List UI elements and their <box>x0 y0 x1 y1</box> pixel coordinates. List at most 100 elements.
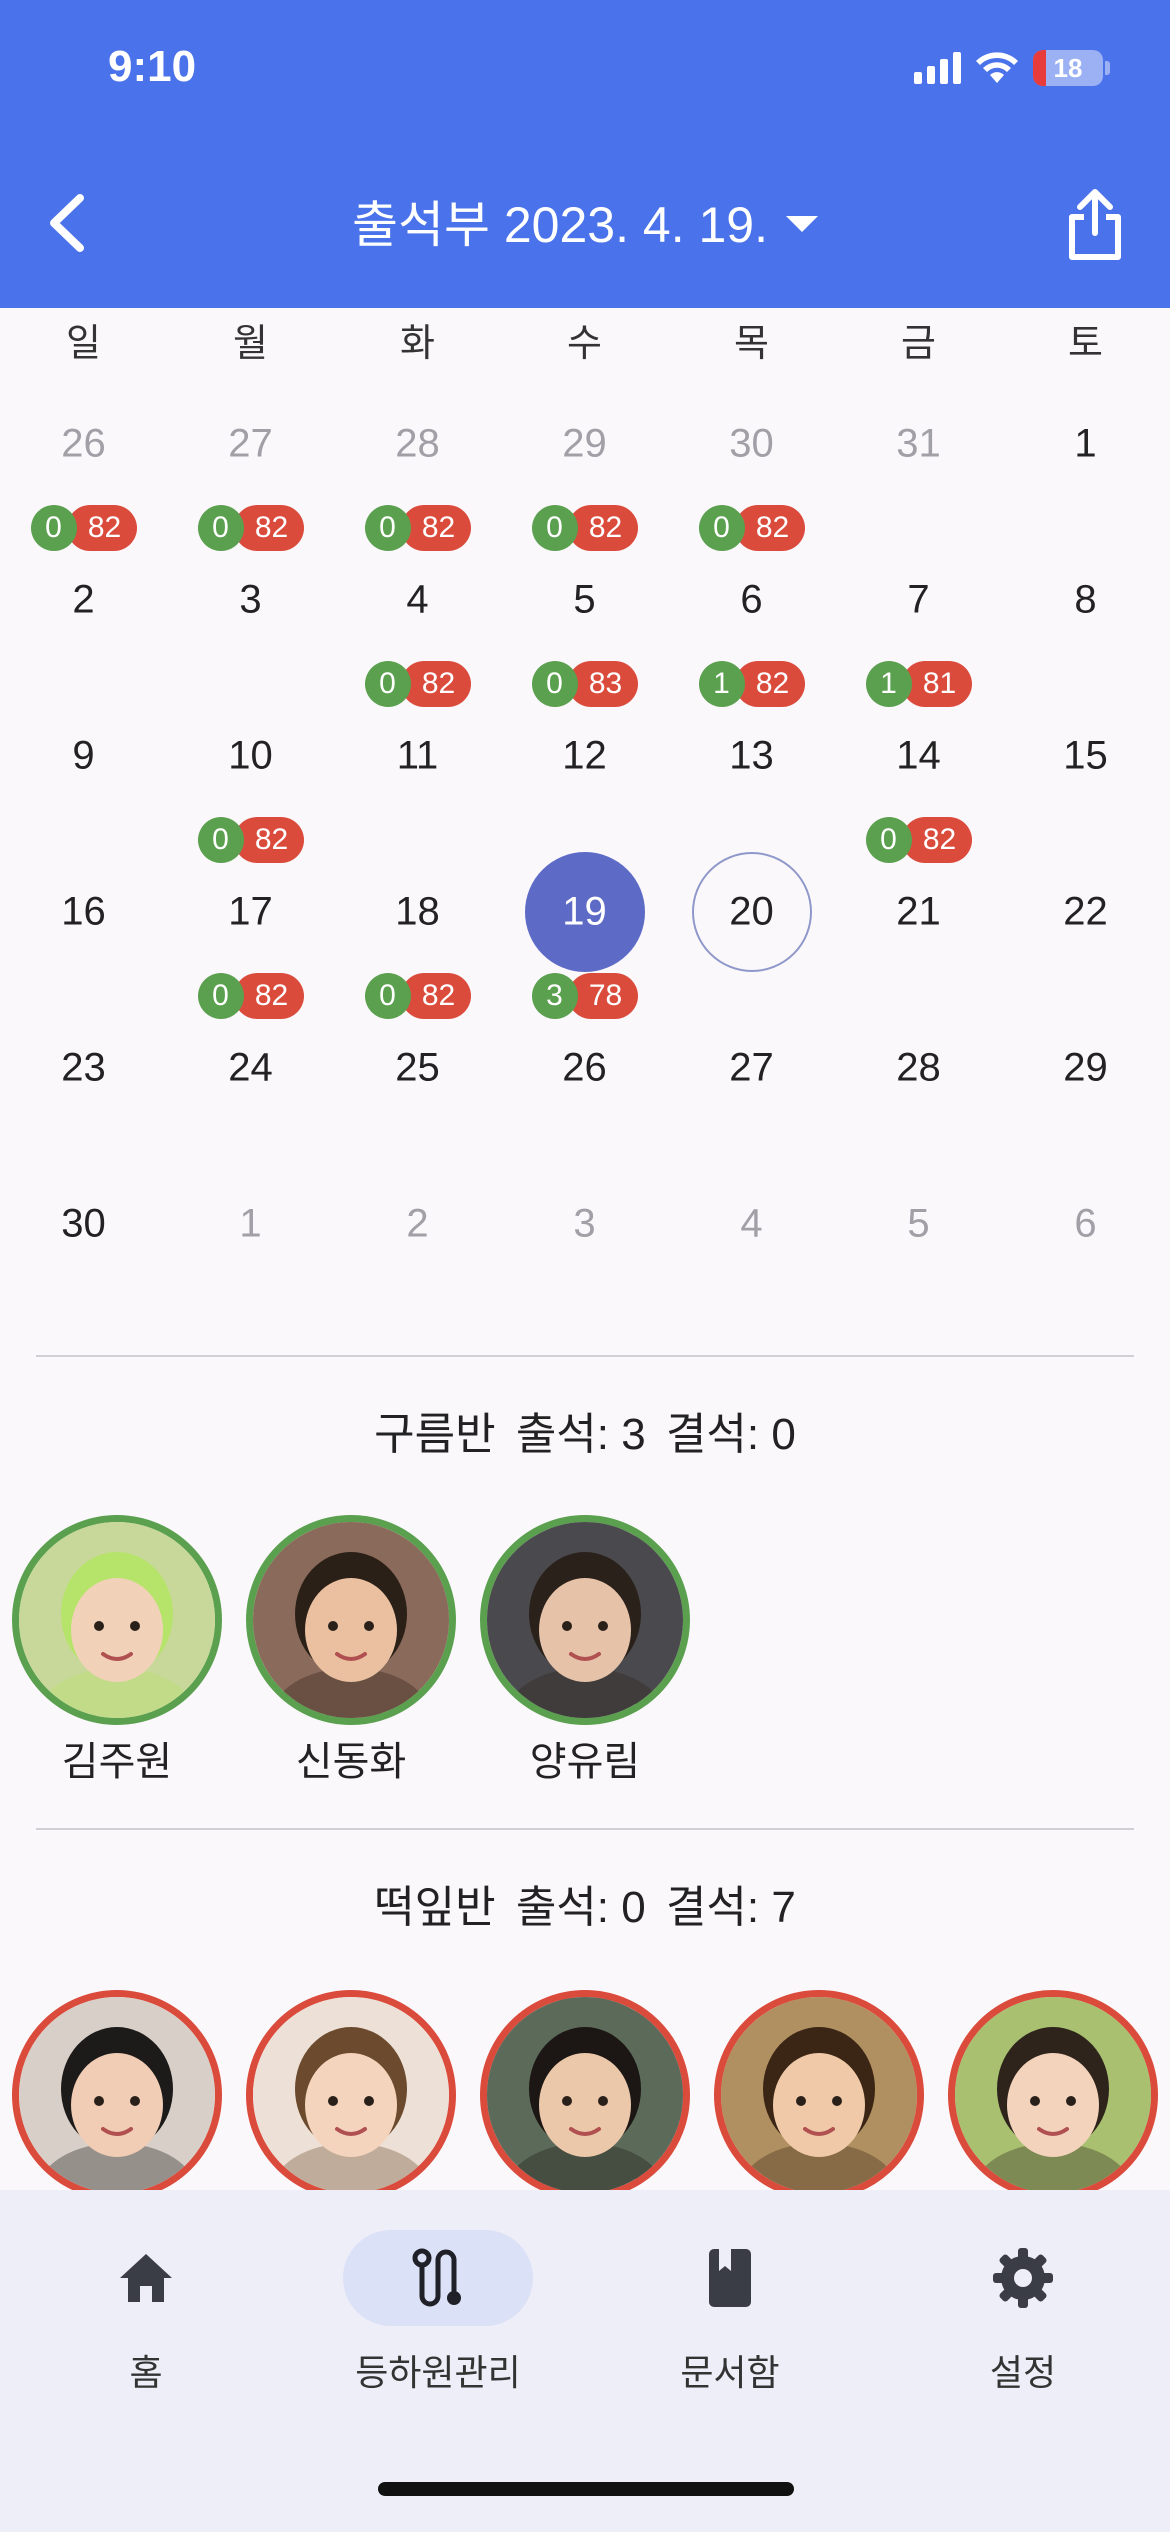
child-avatar <box>480 1990 690 2200</box>
present-count-badge: 0 <box>531 661 578 707</box>
calendar-day[interactable]: 12 <box>501 712 668 868</box>
caret-down-icon <box>786 216 818 232</box>
calendar-day[interactable]: 9 <box>0 712 167 868</box>
day-number: 23 <box>61 1045 106 1090</box>
nav-label-attendance: 등하원관리 <box>355 2352 521 2393</box>
calendar-day[interactable]: 4 0 82 <box>334 556 501 712</box>
day-number: 1 <box>1074 421 1097 466</box>
child-card[interactable]: 양유림 <box>480 1515 690 1787</box>
absent-count: 결석: 0 <box>665 1410 796 1459</box>
calendar-day[interactable]: 24 <box>167 1024 334 1180</box>
child-card[interactable]: 신동화 <box>246 1515 456 1787</box>
calendar-day[interactable]: 28 <box>835 1024 1002 1180</box>
calendar-day[interactable]: 8 <box>1002 556 1169 712</box>
child-card[interactable] <box>12 1990 222 2200</box>
calendar-day[interactable]: 5 0 83 <box>501 556 668 712</box>
weekday-label: 일 <box>66 321 101 365</box>
cellular-signal-icon <box>914 52 961 84</box>
calendar-day[interactable]: 31 <box>835 400 1002 556</box>
present-count-badge: 0 <box>197 973 244 1019</box>
app-header: 9:10 18 출석부 2023. 4. 19. <box>0 0 1170 308</box>
attendance-badges: 0 82 <box>698 505 805 551</box>
share-icon <box>1069 189 1121 260</box>
day-number: 30 <box>61 1201 106 1246</box>
calendar-day[interactable]: 25 <box>334 1024 501 1180</box>
calendar-day[interactable]: 27 0 82 <box>167 400 334 556</box>
day-number: 22 <box>1063 889 1108 934</box>
nav-documents[interactable]: 문서함 <box>610 2230 850 2396</box>
calendar-day[interactable]: 16 <box>0 868 167 1024</box>
nav-settings[interactable]: 설정 <box>903 2230 1143 2396</box>
child-avatar <box>480 1515 690 1725</box>
present-count-badge: 1 <box>698 661 745 707</box>
calendar-day[interactable]: 6 <box>1002 1180 1169 1336</box>
calendar-day[interactable]: 14 0 82 <box>835 712 1002 868</box>
calendar-day[interactable]: 28 0 82 <box>334 400 501 556</box>
child-card[interactable] <box>246 1990 456 2200</box>
calendar-day[interactable]: 2 <box>0 556 167 712</box>
calendar-day[interactable]: 3 <box>501 1180 668 1336</box>
nav-home[interactable]: 홈 <box>26 2230 266 2396</box>
absent-count-badge: 82 <box>233 505 304 551</box>
child-card[interactable] <box>714 1990 924 2200</box>
calendar-day[interactable]: 15 <box>1002 712 1169 868</box>
day-number: 1 <box>239 1201 262 1246</box>
child-card[interactable] <box>480 1990 690 2200</box>
nav-attendance[interactable]: 등하원관리 <box>318 2230 558 2396</box>
attendance-badges: 0 82 <box>531 505 638 551</box>
calendar-day[interactable]: 1 <box>167 1180 334 1336</box>
attendance-badges: 1 82 <box>698 661 805 707</box>
child-card[interactable]: 김주원 <box>12 1515 222 1787</box>
calendar-day[interactable]: 22 <box>1002 868 1169 1024</box>
day-number: 12 <box>562 733 607 778</box>
calendar-day[interactable]: 11 <box>334 712 501 868</box>
calendar-day[interactable]: 1 <box>1002 400 1169 556</box>
calendar-day[interactable]: 7 1 81 <box>835 556 1002 712</box>
calendar-day[interactable]: 6 1 82 <box>668 556 835 712</box>
calendar-day[interactable]: 19 3 78 <box>501 852 668 1024</box>
absent-count-badge: 82 <box>400 973 471 1019</box>
day-number: 26 <box>562 1045 607 1090</box>
day-number: 28 <box>896 1045 941 1090</box>
present-count: 출석: 0 <box>515 1883 646 1932</box>
absent-count-badge: 83 <box>567 661 638 707</box>
day-number: 2 <box>72 577 95 622</box>
class-name: 떡잎반 <box>374 1883 496 1932</box>
calendar-day[interactable]: 5 <box>835 1180 1002 1336</box>
day-number: 13 <box>729 733 774 778</box>
day-number: 5 <box>907 1201 930 1246</box>
calendar-day[interactable]: 10 0 82 <box>167 712 334 868</box>
day-number: 9 <box>72 733 95 778</box>
attendance-badges: 0 82 <box>197 973 304 1019</box>
day-number: 31 <box>896 421 941 466</box>
calendar-day[interactable]: 29 0 82 <box>501 400 668 556</box>
calendar-day[interactable]: 30 0 82 <box>668 400 835 556</box>
present-count-badge: 0 <box>197 817 244 863</box>
calendar-day[interactable]: 26 <box>501 1024 668 1180</box>
weekday-header-row: 일월화수목금토 <box>0 312 1170 382</box>
calendar-day[interactable]: 13 <box>668 712 835 868</box>
calendar-day[interactable]: 3 <box>167 556 334 712</box>
divider <box>36 1355 1134 1357</box>
absent-count-badge: 78 <box>567 973 638 1019</box>
attendance-badges: 0 82 <box>364 661 471 707</box>
child-card[interactable] <box>948 1990 1158 2200</box>
absent-count-badge: 82 <box>233 973 304 1019</box>
calendar-day[interactable]: 2 <box>334 1180 501 1336</box>
calendar-day[interactable]: 29 <box>1002 1024 1169 1180</box>
date-picker-title[interactable]: 출석부 2023. 4. 19. <box>0 185 1170 257</box>
route-icon <box>412 2248 461 2307</box>
day-number: 6 <box>740 577 763 622</box>
calendar-day[interactable]: 4 <box>668 1180 835 1336</box>
calendar-day[interactable]: 21 <box>835 868 1002 1024</box>
calendar-day[interactable]: 17 0 82 <box>167 868 334 1024</box>
calendar-day[interactable]: 23 <box>0 1024 167 1180</box>
calendar-day[interactable]: 18 0 82 <box>334 868 501 1024</box>
child-name: 김주원 <box>61 1740 173 1784</box>
calendar-day[interactable]: 27 <box>668 1024 835 1180</box>
child-avatar <box>246 1990 456 2200</box>
calendar-day[interactable]: 20 <box>668 852 835 1024</box>
calendar-day[interactable]: 26 0 82 <box>0 400 167 556</box>
share-button[interactable] <box>1060 185 1130 265</box>
calendar-day[interactable]: 30 <box>0 1180 167 1336</box>
